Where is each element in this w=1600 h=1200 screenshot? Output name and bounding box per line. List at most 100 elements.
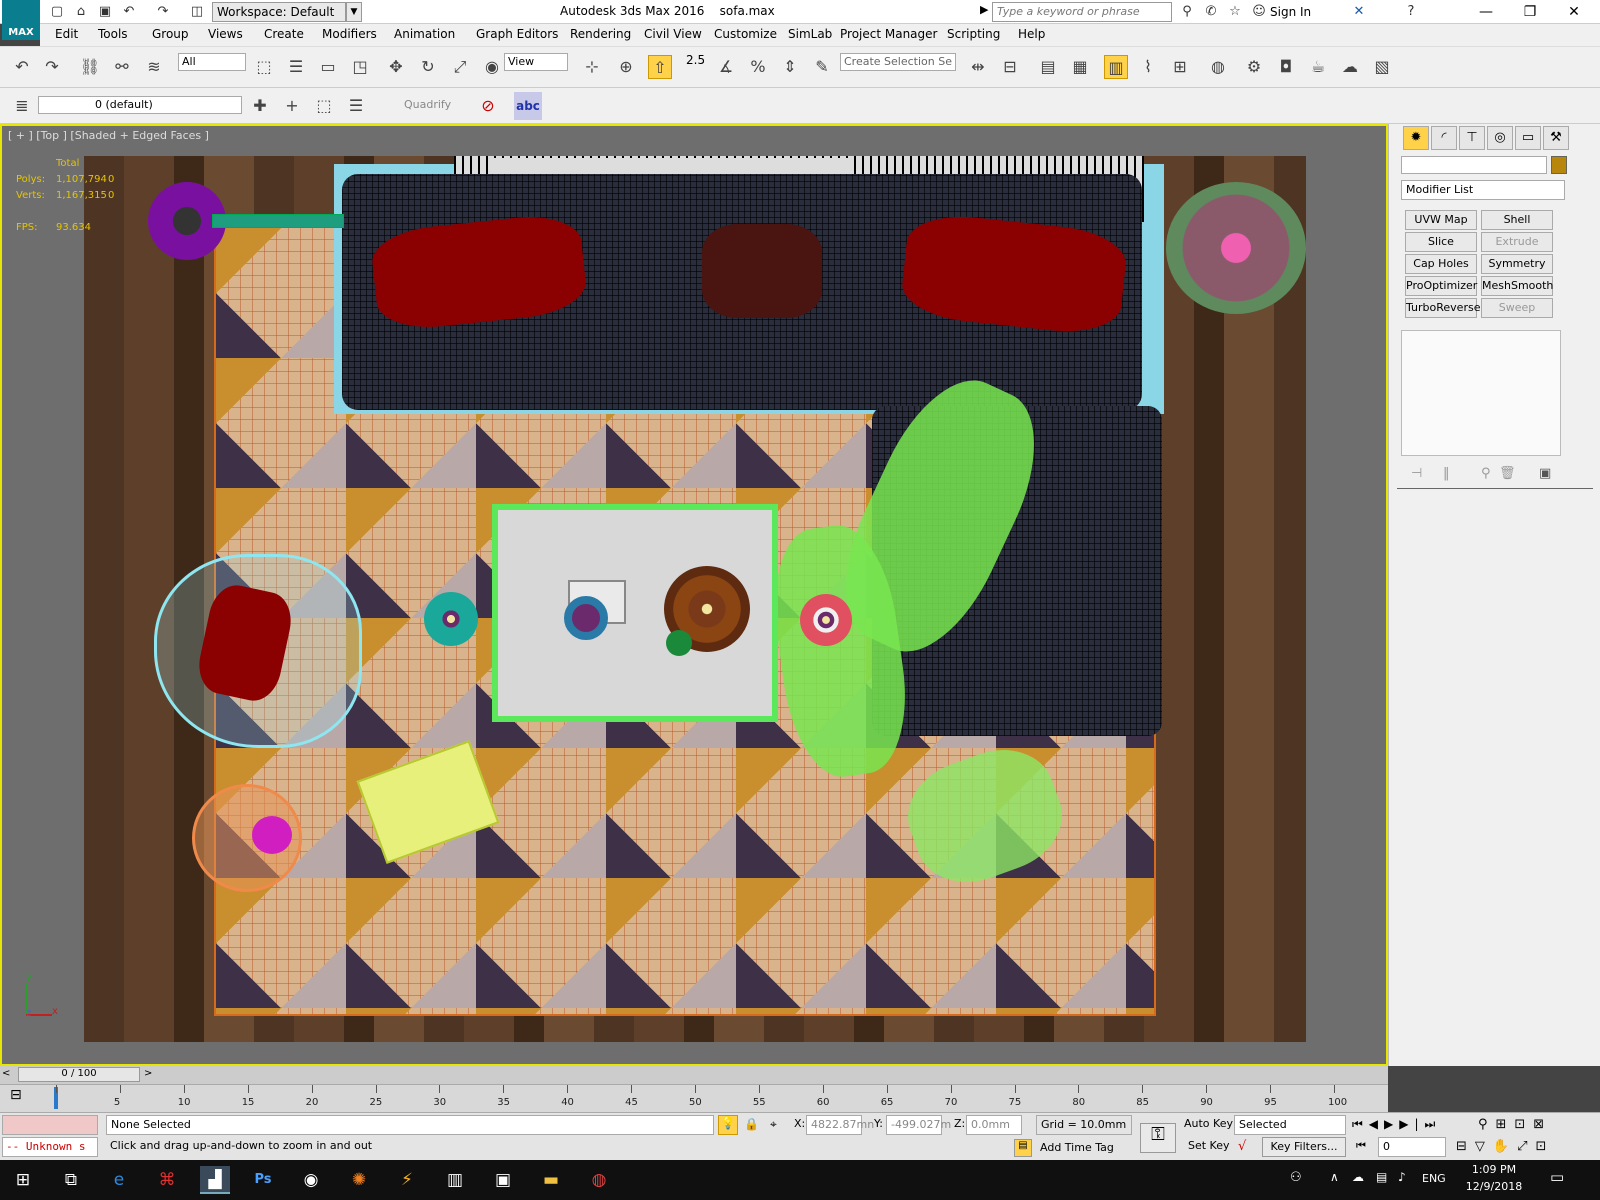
x-coord-field[interactable]: 4822.87mn <box>806 1115 874 1135</box>
image-viewer-icon[interactable]: ▣ <box>488 1166 518 1194</box>
redo-icon[interactable]: ↷ <box>40 55 64 79</box>
track-bar[interactable]: ⊟ 5 10 15 20 25 30 35 40 45 50 55 60 65 70 75 80 85 90 95 1… <box>0 1084 1388 1112</box>
clock-time[interactable]: 1:09 PM <box>1462 1163 1526 1176</box>
modifier-sweep-button[interactable]: Sweep <box>1481 298 1553 318</box>
modifier-symmetry-button[interactable]: Symmetry <box>1481 254 1553 274</box>
pivot-center-icon[interactable]: ⊹ <box>580 55 604 79</box>
abc-button[interactable]: abc <box>514 92 542 120</box>
close-icon[interactable]: ✕ <box>1552 0 1596 24</box>
cup-blue[interactable] <box>564 596 608 640</box>
viewport-navigation-controls[interactable]: ⚲⊞⊡⊠ <box>1478 1117 1552 1132</box>
favorites-icon[interactable]: ☆ <box>1226 3 1244 21</box>
set-keys-icon[interactable]: ⚿ <box>1140 1123 1176 1153</box>
key-filters-button[interactable]: Key Filters... <box>1262 1137 1346 1157</box>
time-tag-icon[interactable]: ▤ <box>1014 1139 1032 1157</box>
link-icon[interactable]: ⛓ <box>78 55 102 79</box>
modifier-turboreverse-button[interactable]: TurboReverse <box>1405 298 1480 318</box>
viewport-navigation-controls-2[interactable]: ⊟▽✋⤢⊡ <box>1456 1139 1554 1154</box>
red-app-icon[interactable]: ⌘ <box>152 1166 182 1194</box>
set-current-layer-icon[interactable]: ☰ <box>344 94 368 118</box>
pin-stack-icon[interactable]: ⊣ <box>1411 466 1422 481</box>
green-ball[interactable] <box>666 630 692 656</box>
select-manipulate-icon[interactable]: ⊕ <box>614 55 638 79</box>
layer-manager-icon[interactable]: ≣ <box>10 94 34 118</box>
redo-icon[interactable]: ↷ <box>154 3 172 21</box>
file-manager-icon[interactable]: ▥ <box>440 1166 470 1194</box>
menu-views[interactable]: Views <box>208 27 243 41</box>
remove-modifier-icon[interactable]: 🗑 <box>1499 466 1516 481</box>
render-cloud-icon[interactable]: ☁ <box>1338 55 1362 79</box>
save-icon[interactable]: ▣ <box>96 3 114 21</box>
language-indicator[interactable]: ENG <box>1422 1172 1446 1185</box>
bind-space-warp-icon[interactable]: ≋ <box>142 55 166 79</box>
selection-lock-icon[interactable]: 🔒 <box>744 1117 759 1131</box>
modifier-list-select[interactable]: Modifier List <box>1401 180 1565 200</box>
add-time-tag-button[interactable]: Add Time Tag <box>1040 1141 1114 1154</box>
project-folder-icon[interactable]: ◫ <box>188 3 206 21</box>
modifier-shell-button[interactable]: Shell <box>1481 210 1553 230</box>
chrome-icon[interactable]: ◍ <box>584 1166 614 1194</box>
menu-create[interactable]: Create <box>264 27 304 41</box>
clock-date[interactable]: 12/9/2018 <box>1462 1180 1526 1193</box>
object-color-swatch[interactable] <box>1551 156 1567 174</box>
show-end-result-icon[interactable]: ‖ <box>1443 466 1450 481</box>
curve-editor-icon[interactable]: ⌇ <box>1136 55 1160 79</box>
exchange-apps-icon[interactable]: ✕ <box>1350 3 1368 21</box>
maxscript-output[interactable]: -- Unknown s <box>2 1137 98 1157</box>
blender-icon[interactable]: ✺ <box>344 1166 374 1194</box>
key-mode-select[interactable]: Selected <box>1234 1115 1346 1135</box>
percent-snap-icon[interactable]: % <box>746 55 770 79</box>
mini-curve-editor-icon[interactable]: ⊟ <box>10 1087 22 1103</box>
layer-select[interactable]: 0 (default) <box>38 96 242 114</box>
floor-lamp-arm[interactable] <box>212 214 344 228</box>
keyboard-shortcut-override-icon[interactable]: ⇧ <box>648 55 672 79</box>
communication-center-icon[interactable]: ✆ <box>1202 3 1220 21</box>
window-crossing-icon[interactable]: ◳ <box>348 55 372 79</box>
edit-named-selection-icon[interactable]: ✎ <box>810 55 834 79</box>
menu-rendering[interactable]: Rendering <box>570 27 631 41</box>
modifier-extrude-button[interactable]: Extrude <box>1481 232 1553 252</box>
menu-animation[interactable]: Animation <box>394 27 455 41</box>
modify-tab-icon[interactable]: ◜ <box>1431 126 1457 150</box>
modifier-stack-list[interactable] <box>1401 330 1561 456</box>
search-expand-icon[interactable]: ▶ <box>980 3 988 16</box>
rendered-frame-window-icon[interactable]: ◘ <box>1274 55 1298 79</box>
menu-modifiers[interactable]: Modifiers <box>322 27 377 41</box>
maximize-icon[interactable]: ❐ <box>1508 0 1552 24</box>
rectangular-region-icon[interactable]: ▭ <box>316 55 340 79</box>
schematic-view-icon[interactable]: ⊞ <box>1168 55 1192 79</box>
move-icon[interactable]: ✥ <box>384 55 408 79</box>
dark-pillow-center[interactable] <box>702 224 822 318</box>
isolate-selection-icon[interactable]: 💡 <box>718 1115 738 1135</box>
help-search-input[interactable]: Type a keyword or phrase <box>992 2 1172 22</box>
time-slider[interactable]: < 0 / 100 > <box>0 1066 1388 1084</box>
minimize-icon[interactable]: — <box>1464 0 1508 24</box>
unlink-icon[interactable]: ⚯ <box>110 55 134 79</box>
object-name-input[interactable] <box>1401 156 1547 174</box>
menu-project-manager[interactable]: Project Manager <box>840 27 937 41</box>
edge-browser-icon[interactable]: e <box>104 1166 134 1194</box>
teal-stool[interactable] <box>424 592 478 646</box>
render-production-icon[interactable]: ☕ <box>1306 55 1330 79</box>
key-tangent-icon[interactable]: √ <box>1238 1139 1246 1154</box>
binoculars-icon[interactable]: ⚲ <box>1178 3 1196 21</box>
people-icon[interactable]: ⚇ <box>1290 1170 1302 1185</box>
3ds-max-task-icon[interactable]: ▟ <box>200 1166 230 1194</box>
create-selection-set-select[interactable]: Create Selection Se <box>840 53 956 71</box>
create-tab-icon[interactable]: ✹ <box>1403 126 1429 150</box>
action-center-icon[interactable]: ▭ <box>1550 1168 1564 1186</box>
layer-explorer-icon[interactable]: ▤ <box>1036 55 1060 79</box>
onedrive-icon[interactable]: ☁ <box>1352 1170 1364 1184</box>
render-preset-icon[interactable]: ▧ <box>1370 55 1394 79</box>
menu-group[interactable]: Group <box>152 27 189 41</box>
y-coord-field[interactable]: -499.027m <box>886 1115 951 1135</box>
menu-help[interactable]: Help <box>1018 27 1045 41</box>
maxscript-listener-input[interactable] <box>2 1115 98 1135</box>
motion-tab-icon[interactable]: ◎ <box>1487 126 1513 150</box>
material-editor-icon[interactable]: ◍ <box>1206 55 1230 79</box>
place-icon[interactable]: ◉ <box>480 55 504 79</box>
spinner-snap-icon[interactable]: ⇕ <box>778 55 802 79</box>
windows-start-icon[interactable]: ⊞ <box>8 1166 38 1194</box>
quadrify-button[interactable]: Quadrify <box>404 98 451 111</box>
frame-counter[interactable]: 0 / 100 <box>18 1067 140 1082</box>
